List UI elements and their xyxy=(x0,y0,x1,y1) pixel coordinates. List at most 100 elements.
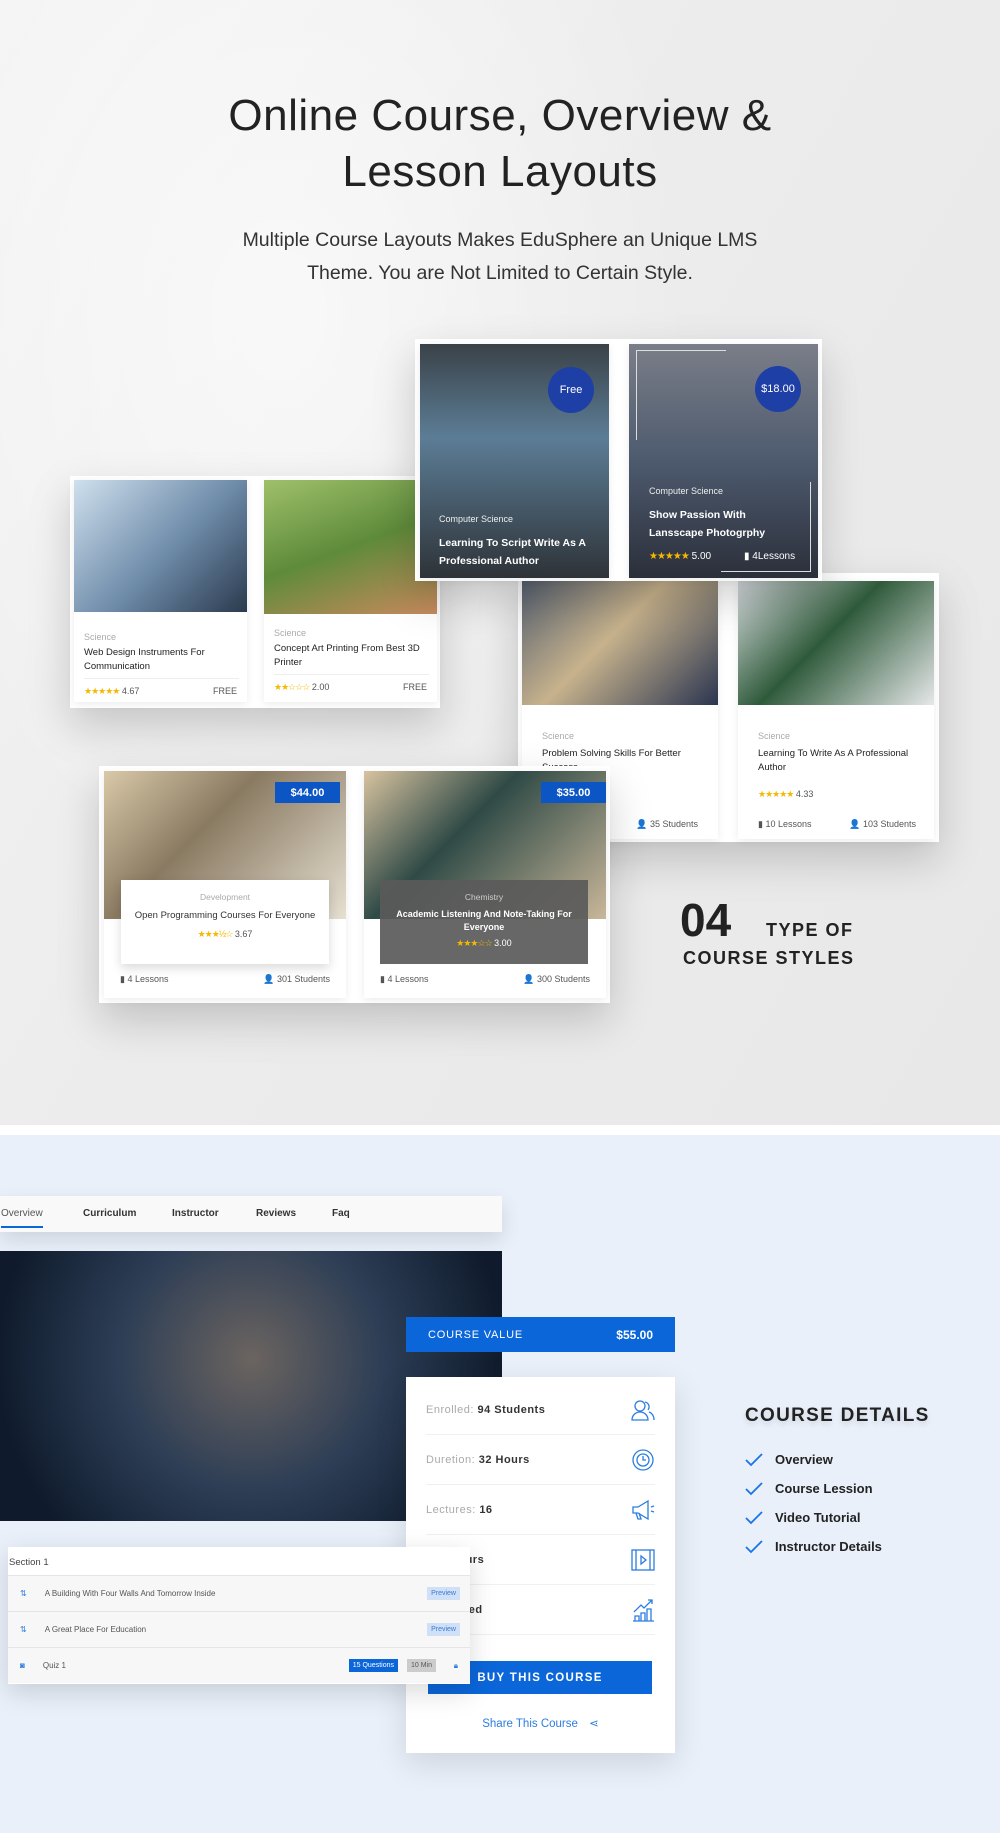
detail-item: Video Tutorial xyxy=(745,1510,860,1525)
course-card[interactable]: $35.00 Chemistry Academic Listening And … xyxy=(364,771,606,998)
rating-value: 4.33 xyxy=(795,789,814,799)
detail-item: Course Lession xyxy=(745,1481,873,1496)
lesson-icon: ⇅ xyxy=(20,1625,27,1634)
course-card[interactable]: $44.00 Development Open Programming Cour… xyxy=(104,771,346,998)
course-price: FREE xyxy=(402,682,427,692)
price-badge: $35.00 xyxy=(541,782,606,803)
book-icon: ▮ xyxy=(380,974,385,984)
video-icon xyxy=(631,1548,655,1571)
share-icon: ⋖ xyxy=(589,1718,599,1730)
tab-faq[interactable]: Faq xyxy=(332,1208,350,1219)
lesson-icon: ⇅ xyxy=(20,1589,27,1598)
tab-overview[interactable]: Overview xyxy=(1,1208,43,1228)
course-category: Computer Science xyxy=(649,486,724,496)
course-title[interactable]: Learning To Write As A Professional Auth… xyxy=(758,747,923,775)
rating-value: 5.00 xyxy=(691,551,712,562)
page-subtitle: Multiple Course Layouts Makes EduSphere … xyxy=(242,229,758,284)
rating-value: 4.67 xyxy=(121,686,140,696)
student-count: 103 Students xyxy=(862,819,916,829)
course-card[interactable]: Science Web Design Instruments For Commu… xyxy=(74,480,247,702)
check-icon xyxy=(745,1452,763,1466)
course-value-price: $55.00 xyxy=(616,1327,653,1342)
book-icon: ▮ xyxy=(120,974,125,984)
price-badge: Free xyxy=(548,367,594,413)
check-icon xyxy=(745,1539,763,1553)
lesson-count: 4 Lessons xyxy=(127,974,169,984)
duration-badge: 10 Min xyxy=(406,1659,436,1672)
styles-count-line2: COURSE STYLES xyxy=(683,948,855,968)
detail-row: Lectures: 16 xyxy=(426,1485,655,1535)
questions-badge: 15 Questions xyxy=(348,1659,398,1672)
course-image xyxy=(522,581,718,705)
preview-badge[interactable]: Preview xyxy=(427,1623,460,1636)
course-title[interactable]: Learning To Script Write As A Profession… xyxy=(439,534,589,570)
tab-curriculum[interactable]: Curriculum xyxy=(83,1208,136,1219)
student-count: 35 Students xyxy=(649,819,698,829)
price-badge: $18.00 xyxy=(755,366,801,412)
course-category: Science xyxy=(274,628,307,638)
price-badge: $44.00 xyxy=(275,782,340,803)
course-category: Science xyxy=(758,731,791,741)
book-icon: ▮ xyxy=(744,551,750,562)
rating-stars: ★★★★★ xyxy=(84,686,120,696)
course-title[interactable]: Concept Art Printing From Best 3D Printe… xyxy=(274,642,424,670)
course-value-label: COURSE VALUE xyxy=(428,1328,523,1341)
course-card[interactable]: Science Concept Art Printing From Best 3… xyxy=(264,480,437,702)
lock-icon: 🔒︎ xyxy=(453,1660,458,1670)
course-card[interactable]: Free Computer Science Learning To Script… xyxy=(420,344,609,578)
course-category: Chemistry xyxy=(464,892,504,902)
rating-value: 2.00 xyxy=(311,682,330,692)
simple-cards-group: Science Web Design Instruments For Commu… xyxy=(70,476,440,708)
section-title: Section 1 xyxy=(9,1557,49,1568)
detail-row: Enrolled: 94 Students xyxy=(426,1385,655,1435)
rating-stars: ★★★★★ xyxy=(758,789,794,799)
course-category: Computer Science xyxy=(439,514,514,524)
course-title[interactable]: Web Design Instruments For Communication xyxy=(84,646,234,674)
course-category: Science xyxy=(542,731,575,741)
lesson-count: 10 Lessons xyxy=(765,819,812,829)
lesson-count: 4Lessons xyxy=(752,551,796,562)
tab-reviews[interactable]: Reviews xyxy=(256,1208,296,1219)
lesson-row[interactable]: ⇅ A Building With Four Walls And Tomorrow… xyxy=(8,1575,470,1611)
boxed-cards-group: $44.00 Development Open Programming Cour… xyxy=(99,766,610,1003)
course-category: Science xyxy=(84,632,117,642)
rating-stars: ★★★★★ xyxy=(649,551,690,562)
users-icon xyxy=(631,1399,655,1421)
course-category: Development xyxy=(199,892,251,902)
book-icon: ▮ xyxy=(758,819,763,829)
quiz-row[interactable]: ◙ Quiz 1 15 Questions 10 Min 🔒︎ xyxy=(8,1647,470,1683)
course-title[interactable]: Open Programming Courses For Everyone xyxy=(121,910,329,921)
check-icon xyxy=(745,1481,763,1495)
user-icon: 👤 xyxy=(263,974,275,984)
rating-value: 3.67 xyxy=(234,929,253,939)
course-title[interactable]: Show Passion With Lansscape Photogrphy xyxy=(649,506,799,542)
user-icon: 👤 xyxy=(523,974,535,984)
styles-count-number: 04 xyxy=(680,894,732,946)
share-course-link[interactable]: Share This Course ⋖ xyxy=(406,1716,675,1730)
rating-value: 3.00 xyxy=(494,938,512,948)
student-count: 301 Students xyxy=(276,974,330,984)
detail-item: Instructor Details xyxy=(745,1539,882,1554)
megaphone-icon xyxy=(632,1499,655,1520)
course-title[interactable]: Academic Listening And Note-Taking For E… xyxy=(390,908,578,934)
course-card[interactable]: $18.00 Computer Science Show Passion Wit… xyxy=(629,344,818,578)
user-icon: 👤 xyxy=(849,819,861,829)
course-image xyxy=(738,581,934,705)
tab-instructor[interactable]: Instructor xyxy=(172,1208,219,1219)
detail-item: Overview xyxy=(745,1452,833,1467)
lesson-row[interactable]: ⇅ A Great Place For Education Preview xyxy=(8,1611,470,1647)
quiz-icon: ◙ xyxy=(20,1661,25,1670)
check-icon xyxy=(745,1510,763,1524)
rating-stars: ★★☆☆☆ xyxy=(274,682,310,692)
course-tabs: Overview Curriculum Instructor Reviews F… xyxy=(0,1196,502,1232)
course-card[interactable]: Science Learning To Write As A Professio… xyxy=(738,581,934,839)
rating-stars: ★★★½☆ xyxy=(197,929,234,939)
overlay-cards-group: Free Computer Science Learning To Script… xyxy=(415,339,822,581)
curriculum-panel: Section 1 ⇅ A Building With Four Walls An… xyxy=(8,1547,470,1684)
detail-row: Duretion: 32 Hours xyxy=(426,1435,655,1485)
page-title: Online Course, Overview & Lesson Layouts xyxy=(228,91,772,196)
lesson-count: 4 Lessons xyxy=(387,974,429,984)
course-details-title: COURSE DETAILS xyxy=(745,1405,930,1426)
preview-badge[interactable]: Preview xyxy=(427,1587,460,1600)
course-image xyxy=(264,480,437,614)
